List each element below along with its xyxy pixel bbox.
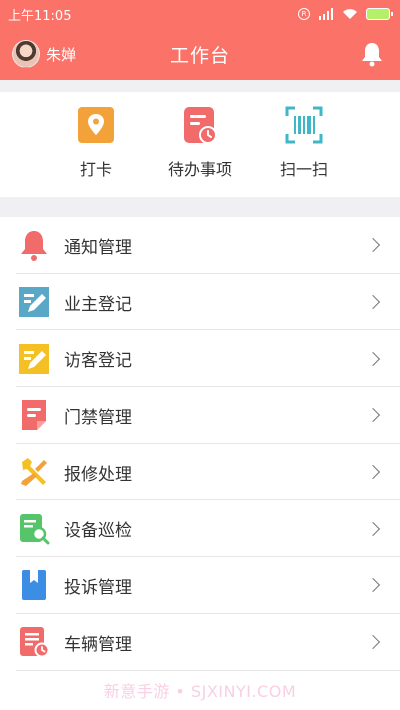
quick-action-label: 扫一扫 (279, 160, 328, 179)
watermark: 新意手游 • SJXINYI.COM (103, 682, 297, 701)
menu-item-label: 投诉管理 (64, 577, 132, 598)
document-icon (18, 399, 50, 431)
menu-item-label: 通知管理 (64, 237, 132, 258)
list-clock-icon (18, 626, 50, 658)
menu-item-label: 业主登记 (64, 294, 132, 315)
section-divider (0, 197, 400, 217)
section-divider (0, 80, 400, 92)
barcode-scan-icon (285, 106, 323, 144)
quick-actions: 打卡 待办事项 扫一扫 (0, 92, 400, 197)
quick-action-label: 打卡 (79, 160, 112, 179)
menu-item-repair[interactable]: 报修处理 (0, 443, 400, 501)
signal-icon (318, 8, 334, 20)
bookmark-book-icon (18, 569, 50, 601)
menu-item-access-control[interactable]: 门禁管理 (0, 387, 400, 444)
menu-item-complaints[interactable]: 投诉管理 (0, 557, 400, 614)
record-icon: R (298, 8, 310, 20)
chevron-right-icon (365, 294, 381, 310)
chevron-right-icon (365, 408, 381, 423)
quick-action-scan[interactable]: 扫一扫 (249, 106, 359, 180)
chevron-right-icon (365, 465, 381, 480)
battery-charging-icon (366, 8, 393, 20)
menu-item-label: 访客登记 (64, 351, 132, 372)
todo-clock-icon (181, 106, 219, 144)
menu-item-visitor-register[interactable]: 访客登记 (0, 330, 400, 388)
inspect-search-icon (18, 513, 50, 545)
menu-item-label: 报修处理 (64, 464, 132, 485)
bell-icon (362, 43, 382, 67)
menu-item-owner-register[interactable]: 业主登记 (0, 273, 400, 331)
menu-item-label: 车辆管理 (64, 634, 132, 655)
chevron-right-icon (365, 578, 381, 593)
status-time: 上午11:05 (8, 8, 72, 24)
menu-item-label: 门禁管理 (64, 407, 132, 428)
bell-icon (18, 229, 50, 262)
quick-action-todo[interactable]: 待办事项 (145, 106, 255, 180)
status-bar: 上午11:05 R (0, 0, 400, 28)
chevron-right-icon (365, 521, 381, 536)
edit-form-icon (18, 343, 50, 375)
quick-action-checkin[interactable]: 打卡 (41, 106, 151, 180)
menu-item-notice[interactable]: 通知管理 (0, 217, 400, 274)
page-title: 工作台 (169, 45, 230, 67)
chevron-right-icon (365, 238, 381, 253)
chevron-right-icon (365, 351, 381, 366)
menu-item-vehicles[interactable]: 车辆管理 (0, 613, 400, 671)
edit-form-icon (18, 286, 50, 318)
wrench-icon (18, 456, 50, 488)
location-pin-icon (77, 106, 115, 144)
menu-list: 通知管理 业主登记 访客登记 门禁管理 报修处理 设备巡检 投诉管理 车辆管理 (0, 217, 400, 671)
menu-item-label: 设备巡检 (64, 521, 132, 542)
menu-item-equipment-inspection[interactable]: 设备巡检 (0, 500, 400, 558)
wifi-icon (342, 8, 358, 20)
notification-bell-button[interactable] (360, 41, 384, 67)
status-icons: R (298, 8, 393, 20)
app-header: 朱婵 工作台 (0, 28, 400, 80)
chevron-right-icon (365, 635, 381, 650)
quick-action-label: 待办事项 (167, 160, 232, 179)
